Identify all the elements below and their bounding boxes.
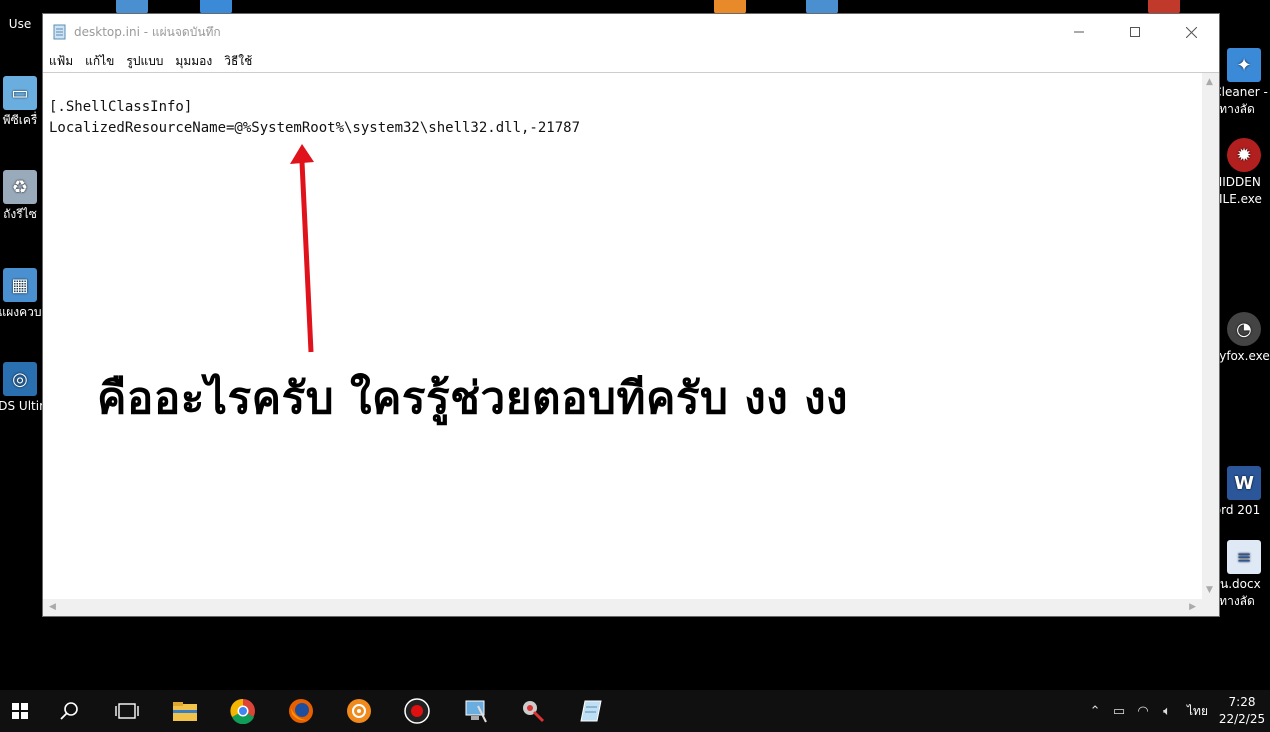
pc-tool-icon [465,700,487,723]
taskbar-chrome[interactable] [214,690,272,732]
wifi-icon[interactable]: ◠ [1131,704,1155,719]
app-orange-icon [347,699,371,723]
close-button[interactable] [1163,14,1219,50]
battery-icon[interactable]: ▭ [1107,704,1131,719]
system-tray: ⌃ ▭ ◠ 🔈︎ ไทย 7:28 22/2/25 [1083,690,1270,732]
task-view-icon [115,703,139,719]
taskbar-notepad[interactable] [562,690,620,732]
notepad-window[interactable]: desktop.ini - แผ่นจดบันทึก แฟ้ม แก้ไข รู… [42,13,1220,617]
taskbar-file-explorer[interactable] [156,690,214,732]
title-bar[interactable]: desktop.ini - แผ่นจดบันทึก [43,14,1219,50]
minimize-button[interactable] [1051,14,1107,50]
taskbar-satellite-tool[interactable] [504,690,562,732]
taskbar-pc-tool[interactable] [446,690,504,732]
record-icon [404,698,430,724]
desktop-icon-partial-3[interactable] [714,0,746,14]
notepad-icon [580,700,602,722]
window-title: desktop.ini - แผ่นจดบันทึก [74,24,221,39]
control-panel-icon: ▦ [3,268,37,302]
search-button[interactable] [40,690,98,732]
taskbar-firefox[interactable] [272,690,330,732]
annotation-arrow [290,144,314,353]
chevron-up-icon[interactable]: ⌃ [1083,704,1107,719]
clock-date: 22/2/25 [1218,712,1266,726]
scroll-down-icon[interactable]: ▼ [1206,585,1213,595]
firefox-icon [289,699,313,723]
annotation-text: คืออะไรครับ ใครรู้ช่วยตอบทีครับ งง งง [97,373,849,424]
editor-line-1: [.ShellClassInfo] [49,99,193,115]
scroll-left-icon[interactable]: ◀ [49,602,56,612]
word-icon: W [1227,466,1261,500]
menu-help[interactable]: วิธีใช้ [224,52,258,71]
taskbar-orange-app[interactable] [330,690,388,732]
speedometer-icon: ◔ [1227,312,1261,346]
taskbar: ⌃ ▭ ◠ 🔈︎ ไทย 7:28 22/2/25 [0,690,1270,732]
menu-format[interactable]: รูปแบบ [126,52,169,71]
virus-icon: ✹ [1227,138,1261,172]
editor-line-2: LocalizedResourceName=@%SystemRoot%\syst… [49,120,581,136]
menu-view[interactable]: มุมมอง [175,52,218,71]
start-button[interactable] [0,690,40,732]
desktop-icon-partial-4[interactable] [806,0,838,14]
document-icon: ≡ [1227,540,1261,574]
scroll-right-icon[interactable]: ▶ [1189,602,1196,612]
recycle-bin-icon: ♻ [3,170,37,204]
desktop-icon-partial-1[interactable] [116,0,148,14]
file-explorer-icon [173,702,197,721]
maximize-button[interactable] [1107,14,1163,50]
speaker-icon[interactable]: 🔈︎ [1155,704,1179,719]
computer-icon: ▭ [3,76,37,110]
language-indicator[interactable]: ไทย [1187,702,1208,721]
menu-bar: แฟ้ม แก้ไข รูปแบบ มุมมอง วิธีใช้ [43,50,1219,72]
search-icon [60,702,78,720]
taskbar-recorder[interactable] [388,690,446,732]
scrollbar-corner [1202,599,1219,616]
menu-edit[interactable]: แก้ไข [85,52,120,71]
close-icon [1185,26,1197,38]
desktop-icon-partial-2[interactable] [200,0,232,14]
scroll-up-icon[interactable]: ▲ [1206,77,1213,87]
chrome-icon [230,698,255,724]
satellite-tool-icon [523,701,545,723]
editor-content[interactable]: [.ShellClassInfo] LocalizedResourceName=@… [49,97,580,139]
maximize-icon [1130,27,1140,37]
vertical-scrollbar[interactable]: ▲ ▼ [1202,73,1219,599]
cleaner-icon: ✦ [1227,48,1261,82]
clock-time: 7:28 [1228,695,1256,709]
acdsee-icon: ◎ [3,362,37,396]
text-editor[interactable]: [.ShellClassInfo] LocalizedResourceName=@… [43,72,1219,616]
minimize-icon [1074,31,1084,33]
clock[interactable]: 7:28 22/2/25 [1214,694,1270,728]
windows-start-icon [12,703,28,719]
menu-file[interactable]: แฟ้ม [49,52,79,71]
desktop-icon-partial-5[interactable] [1148,0,1180,14]
task-view-button[interactable] [98,690,156,732]
notepad-icon [53,24,66,40]
horizontal-scrollbar[interactable]: ◀ ▶ [43,599,1202,616]
